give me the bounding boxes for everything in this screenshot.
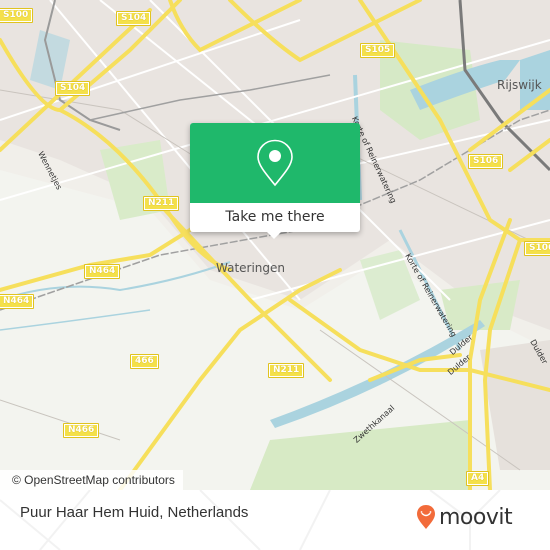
map-tiles bbox=[0, 0, 550, 490]
road-shield-s100: S100 bbox=[0, 8, 34, 23]
road-shield-s105: S105 bbox=[360, 43, 396, 58]
map-attribution[interactable]: © OpenStreetMap contributors bbox=[0, 470, 183, 490]
road-shield-a4: A4 bbox=[466, 471, 490, 486]
take-me-there-popup[interactable]: Take me there bbox=[190, 123, 360, 239]
road-shield-s104: S104 bbox=[116, 11, 152, 26]
footer: Puur Haar Hem Huid, Netherlands moovit bbox=[0, 490, 550, 550]
road-shield-n466: N466 bbox=[63, 423, 100, 438]
moovit-pin-icon bbox=[417, 505, 435, 529]
map-pin-icon bbox=[257, 139, 293, 187]
road-shield-n211: N211 bbox=[268, 363, 305, 378]
popup-header[interactable] bbox=[190, 123, 360, 203]
popup-pointer bbox=[266, 231, 282, 239]
road-shield-s106: S106 bbox=[524, 241, 550, 256]
road-shield-s104: S104 bbox=[55, 81, 91, 96]
place-label-rijswijk: Rijswijk bbox=[497, 78, 542, 92]
take-me-there-button[interactable]: Take me there bbox=[190, 203, 360, 232]
place-name: Puur Haar Hem Huid, Netherlands bbox=[20, 504, 249, 521]
place-label-wateringen: Wateringen bbox=[216, 261, 286, 275]
road-shield-n211: N211 bbox=[143, 196, 180, 211]
road-shield-n464: N464 bbox=[0, 294, 35, 309]
road-shield-466: 466 bbox=[130, 354, 159, 369]
moovit-wordmark: moovit bbox=[439, 504, 513, 530]
road-shield-n464: N464 bbox=[84, 264, 121, 279]
moovit-logo[interactable]: moovit bbox=[416, 502, 513, 532]
map[interactable]: S100 S104 S104 S105 S106 S106 N211 N211 … bbox=[0, 0, 550, 490]
road-shield-s106: S106 bbox=[468, 154, 504, 169]
